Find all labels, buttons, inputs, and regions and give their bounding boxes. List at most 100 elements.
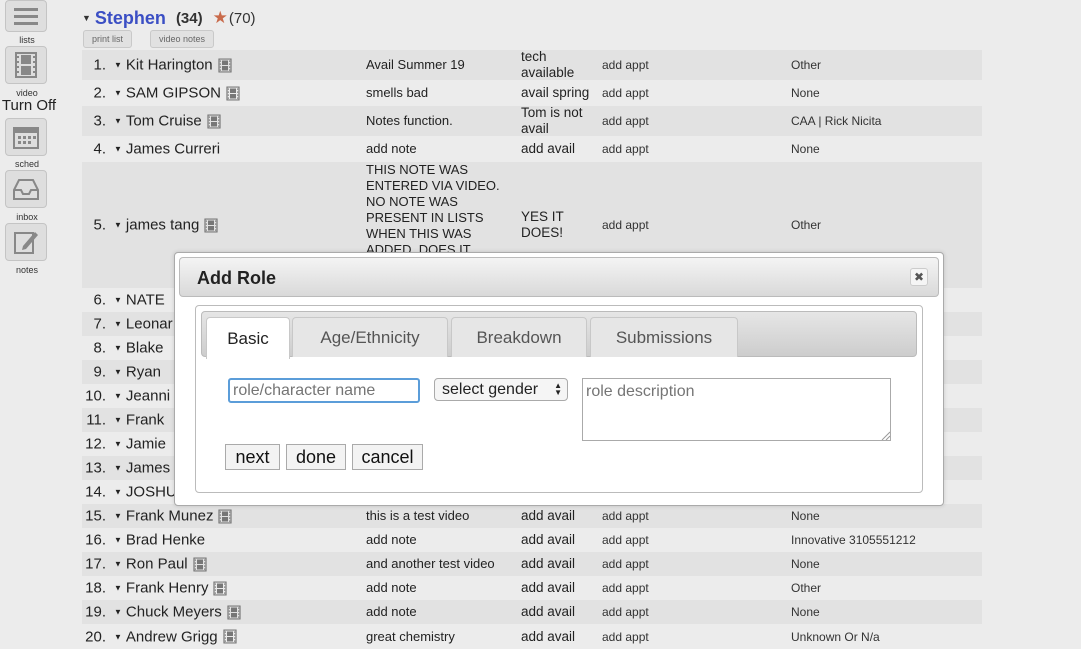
close-icon[interactable]: ✖ — [910, 268, 928, 286]
talent-name[interactable]: Frank — [126, 412, 164, 429]
tab-age-ethnicity[interactable]: Age/Ethnicity — [292, 317, 448, 357]
note-cell[interactable]: this is a test video — [366, 508, 516, 524]
talent-name[interactable]: Brad Henke — [126, 532, 205, 549]
row-menu-caret-icon[interactable]: ▼ — [114, 464, 122, 473]
note-cell[interactable]: add note — [366, 532, 516, 548]
video-clip-icon[interactable] — [227, 604, 241, 620]
row-menu-caret-icon[interactable]: ▼ — [114, 344, 122, 353]
add-appt-link[interactable]: add appt — [602, 86, 649, 100]
sched-button[interactable] — [5, 118, 47, 156]
add-appt-link[interactable]: add appt — [602, 533, 649, 547]
note-cell[interactable]: add note — [366, 604, 516, 620]
video-clip-icon[interactable] — [223, 629, 237, 644]
next-button[interactable]: next — [225, 444, 280, 470]
note-cell[interactable]: and another test video — [366, 556, 516, 572]
availability-cell[interactable]: add avail — [521, 508, 599, 524]
talent-name[interactable]: SAM GIPSON — [126, 85, 221, 102]
talent-name[interactable]: JOSHU — [126, 484, 177, 501]
talent-name[interactable]: james tang — [126, 217, 199, 234]
row-menu-caret-icon[interactable]: ▼ — [114, 117, 122, 126]
tab-submissions[interactable]: Submissions — [590, 317, 738, 357]
list-owner-name[interactable]: Stephen — [95, 8, 166, 29]
availability-cell[interactable]: avail spring — [521, 85, 599, 101]
video-clip-icon[interactable] — [204, 217, 218, 233]
note-cell[interactable]: smells bad — [366, 85, 516, 101]
video-button[interactable] — [5, 46, 47, 84]
video-notes-button[interactable]: video notes — [150, 30, 215, 48]
add-appt-link[interactable]: add appt — [602, 114, 649, 128]
resize-grip-icon[interactable] — [880, 430, 890, 440]
inbox-button[interactable] — [5, 170, 47, 208]
tab-breakdown[interactable]: Breakdown — [451, 317, 587, 357]
video-clip-icon[interactable] — [218, 508, 233, 524]
add-appt-link[interactable]: add appt — [602, 605, 649, 619]
availability-cell[interactable]: add avail — [521, 604, 599, 620]
note-cell[interactable]: great chemistry — [366, 629, 516, 645]
talent-name[interactable]: Andrew Grigg — [126, 628, 218, 645]
availability-cell[interactable]: add avail — [521, 580, 599, 596]
row-menu-caret-icon[interactable]: ▼ — [114, 560, 122, 569]
availability-cell[interactable]: add avail — [521, 532, 599, 548]
talent-name[interactable]: Frank Munez — [126, 508, 214, 525]
row-menu-caret-icon[interactable]: ▼ — [114, 320, 122, 329]
talent-name[interactable]: Ron Paul — [126, 556, 188, 573]
availability-cell[interactable]: add avail — [521, 141, 599, 157]
add-appt-link[interactable]: add appt — [602, 58, 649, 72]
add-appt-link[interactable]: add appt — [602, 630, 649, 644]
talent-name[interactable]: Frank Henry — [126, 580, 209, 597]
talent-name[interactable]: Leonar — [126, 316, 173, 333]
notes-button[interactable] — [5, 223, 47, 261]
availability-cell[interactable]: YES IT DOES! — [521, 209, 599, 241]
talent-name[interactable]: NATE — [126, 292, 165, 309]
cancel-button[interactable]: cancel — [352, 444, 423, 470]
row-menu-caret-icon[interactable]: ▼ — [114, 440, 122, 449]
note-cell[interactable]: add note — [366, 580, 516, 596]
note-cell[interactable]: add note — [366, 141, 516, 157]
video-clip-icon[interactable] — [218, 57, 232, 73]
row-menu-caret-icon[interactable]: ▼ — [114, 61, 122, 70]
talent-name[interactable]: Jeanni — [126, 388, 170, 405]
availability-cell[interactable]: add avail — [521, 629, 599, 645]
tab-basic[interactable]: Basic — [206, 317, 290, 359]
talent-name[interactable]: James Curreri — [126, 141, 220, 158]
collapse-caret-icon[interactable]: ▼ — [82, 13, 91, 23]
gender-select[interactable]: select gender ▲ ▼ — [434, 378, 568, 401]
availability-cell[interactable]: add avail — [521, 556, 599, 572]
note-cell[interactable]: Avail Summer 19 — [366, 57, 516, 73]
row-menu-caret-icon[interactable]: ▼ — [114, 512, 122, 521]
row-menu-caret-icon[interactable]: ▼ — [114, 584, 122, 593]
role-description-input[interactable] — [582, 378, 891, 441]
note-cell[interactable]: Notes function. — [366, 113, 516, 129]
availability-cell[interactable]: tech available — [521, 49, 599, 81]
talent-name[interactable]: Ryan — [126, 364, 161, 381]
dialog-titlebar[interactable]: Add Role ✖ — [179, 257, 939, 297]
row-menu-caret-icon[interactable]: ▼ — [114, 145, 122, 154]
talent-name[interactable]: Tom Cruise — [126, 113, 202, 130]
role-name-input[interactable] — [228, 378, 420, 403]
row-menu-caret-icon[interactable]: ▼ — [114, 416, 122, 425]
done-button[interactable]: done — [286, 444, 346, 470]
row-menu-caret-icon[interactable]: ▼ — [114, 536, 122, 545]
row-menu-caret-icon[interactable]: ▼ — [114, 221, 122, 230]
add-appt-link[interactable]: add appt — [602, 218, 649, 232]
add-appt-link[interactable]: add appt — [602, 557, 649, 571]
video-clip-icon[interactable] — [207, 113, 221, 129]
row-menu-caret-icon[interactable]: ▼ — [114, 392, 122, 401]
row-menu-caret-icon[interactable]: ▼ — [114, 488, 122, 497]
video-clip-icon[interactable] — [193, 556, 207, 572]
video-clip-icon[interactable] — [226, 85, 240, 101]
talent-name[interactable]: Jamie — [126, 436, 166, 453]
add-appt-link[interactable]: add appt — [602, 142, 649, 156]
add-appt-link[interactable]: add appt — [602, 509, 649, 523]
row-menu-caret-icon[interactable]: ▼ — [114, 608, 122, 617]
lists-button[interactable] — [5, 0, 47, 32]
video-clip-icon[interactable] — [213, 580, 228, 596]
row-menu-caret-icon[interactable]: ▼ — [114, 368, 122, 377]
availability-cell[interactable]: Tom is not avail — [521, 105, 599, 137]
add-appt-link[interactable]: add appt — [602, 581, 649, 595]
talent-name[interactable]: Kit Harington — [126, 57, 213, 74]
turn-off-link[interactable]: Turn Off — [0, 97, 58, 114]
note-cell[interactable]: THIS NOTE WAS ENTERED VIA VIDEO. NO NOTE… — [366, 162, 516, 254]
row-menu-caret-icon[interactable]: ▼ — [114, 632, 122, 641]
row-menu-caret-icon[interactable]: ▼ — [114, 89, 122, 98]
